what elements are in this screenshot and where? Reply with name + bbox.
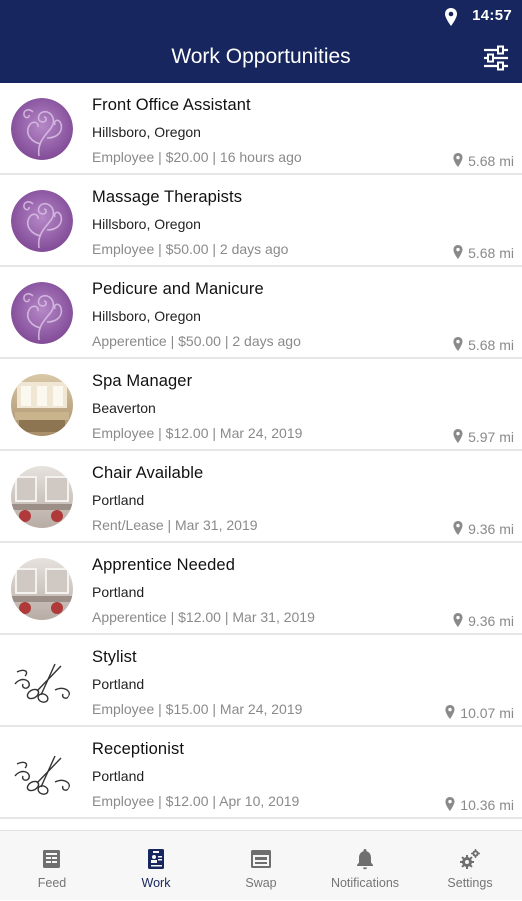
location-pin-icon (453, 245, 463, 259)
job-location: Portland (92, 492, 145, 508)
nav-item-work[interactable]: Work (104, 831, 208, 901)
status-time: 14:57 (472, 7, 512, 24)
gears-icon (460, 849, 480, 869)
job-meta: Employee | $12.00 | Apr 10, 2019 (92, 793, 300, 809)
job-avatar (11, 190, 73, 252)
job-location: Portland (92, 676, 145, 692)
job-location: Portland (92, 584, 145, 600)
nav-label-swap: Swap (245, 876, 277, 890)
nav-label-feed: Feed (37, 876, 67, 890)
job-title: Apprentice Needed (92, 556, 235, 574)
nav-item-settings[interactable]: Settings (418, 831, 522, 901)
location-pin-icon (453, 521, 463, 535)
job-location: Beaverton (92, 400, 156, 416)
work-badge-icon (148, 849, 164, 869)
job-distance-value: 10.36 mi (460, 797, 514, 813)
feed-icon (43, 850, 60, 868)
job-row[interactable]: Front Office Assistant Hillsboro, Oregon E… (0, 83, 522, 175)
job-row[interactable]: Receptionist Portland Employee | $12.00 | … (0, 727, 522, 819)
job-title: Massage Therapists (92, 188, 243, 206)
location-pin-icon (453, 613, 463, 627)
job-location: Hillsboro, Oregon (92, 216, 201, 232)
job-meta: Employee | $12.00 | Mar 24, 2019 (92, 425, 303, 441)
swap-icon (251, 850, 271, 868)
job-meta: Employee | $15.00 | Mar 24, 2019 (92, 701, 303, 717)
job-title: Stylist (92, 648, 137, 666)
job-avatar (11, 558, 73, 620)
job-distance: 5.68 mi (453, 153, 514, 169)
job-meta: Apperentice | $50.00 | 2 days ago (92, 333, 301, 349)
nav-label-notifications: Notifications (330, 876, 400, 890)
job-distance-value: 5.68 mi (468, 245, 514, 261)
job-distance: 5.68 mi (453, 245, 514, 261)
job-location: Hillsboro, Oregon (92, 308, 201, 324)
job-distance-value: 5.68 mi (468, 153, 514, 169)
filter-sliders-icon[interactable] (482, 44, 510, 72)
job-row[interactable]: Massage Therapists Hillsboro, Oregon Emplo… (0, 175, 522, 267)
status-bar: 14:57 (0, 0, 522, 34)
job-meta: Employee | $20.00 | 16 hours ago (92, 149, 302, 165)
job-location: Portland (92, 768, 145, 784)
job-title: Receptionist (92, 740, 184, 758)
job-distance-value: 5.97 mi (468, 429, 514, 445)
job-avatar (11, 98, 73, 160)
location-pin-icon (445, 8, 457, 26)
bell-icon (357, 849, 373, 870)
location-pin-icon (445, 797, 455, 811)
nav-item-notifications[interactable]: Notifications (313, 831, 417, 901)
nav-item-swap[interactable]: Swap (209, 831, 313, 901)
job-distance: 9.36 mi (453, 521, 514, 537)
job-avatar (11, 466, 73, 528)
job-meta: Apperentice | $12.00 | Mar 31, 2019 (92, 609, 315, 625)
job-row[interactable]: Stylist Portland Employee | $15.00 | Mar 2… (0, 635, 522, 727)
job-row[interactable]: Spa Manager Beaverton Employee | $12.00 | … (0, 359, 522, 451)
job-distance: 10.07 mi (445, 705, 514, 721)
job-distance-value: 10.07 mi (460, 705, 514, 721)
bottom-nav: Feed Work Swap Notifications Settings (0, 830, 522, 900)
location-pin-icon (453, 153, 463, 167)
job-distance: 5.68 mi (453, 337, 514, 353)
job-meta: Rent/Lease | Mar 31, 2019 (92, 517, 258, 533)
job-distance: 10.36 mi (445, 797, 514, 813)
location-pin-icon (445, 705, 455, 719)
location-pin-icon (453, 337, 463, 351)
page-title: Work Opportunities (171, 45, 351, 68)
job-avatar (11, 650, 73, 712)
job-title: Pedicure and Manicure (92, 280, 264, 298)
job-title: Front Office Assistant (92, 96, 251, 114)
app-bar: Work Opportunities (0, 34, 522, 83)
job-row[interactable]: Chair Available Portland Rent/Lease | Mar … (0, 451, 522, 543)
job-distance-value: 5.68 mi (468, 337, 514, 353)
nav-item-feed[interactable]: Feed (0, 831, 104, 901)
job-distance-value: 9.36 mi (468, 613, 514, 629)
job-list: Front Office Assistant Hillsboro, Oregon E… (0, 83, 522, 830)
job-location: Hillsboro, Oregon (92, 124, 201, 140)
location-pin-icon (453, 429, 463, 443)
job-title: Chair Available (92, 464, 204, 482)
job-title: Spa Manager (92, 372, 193, 390)
nav-label-settings: Settings (447, 876, 493, 890)
job-row[interactable]: Pedicure and Manicure Hillsboro, Oregon Ap… (0, 267, 522, 359)
job-avatar (11, 374, 73, 436)
job-row[interactable]: Apprentice Needed Portland Apperentice | $… (0, 543, 522, 635)
job-distance: 5.97 mi (453, 429, 514, 445)
job-distance: 9.36 mi (453, 613, 514, 629)
job-meta: Employee | $50.00 | 2 days ago (92, 241, 289, 257)
job-avatar (11, 282, 73, 344)
job-distance-value: 9.36 mi (468, 521, 514, 537)
nav-label-work: Work (141, 876, 171, 890)
job-avatar (11, 742, 73, 804)
